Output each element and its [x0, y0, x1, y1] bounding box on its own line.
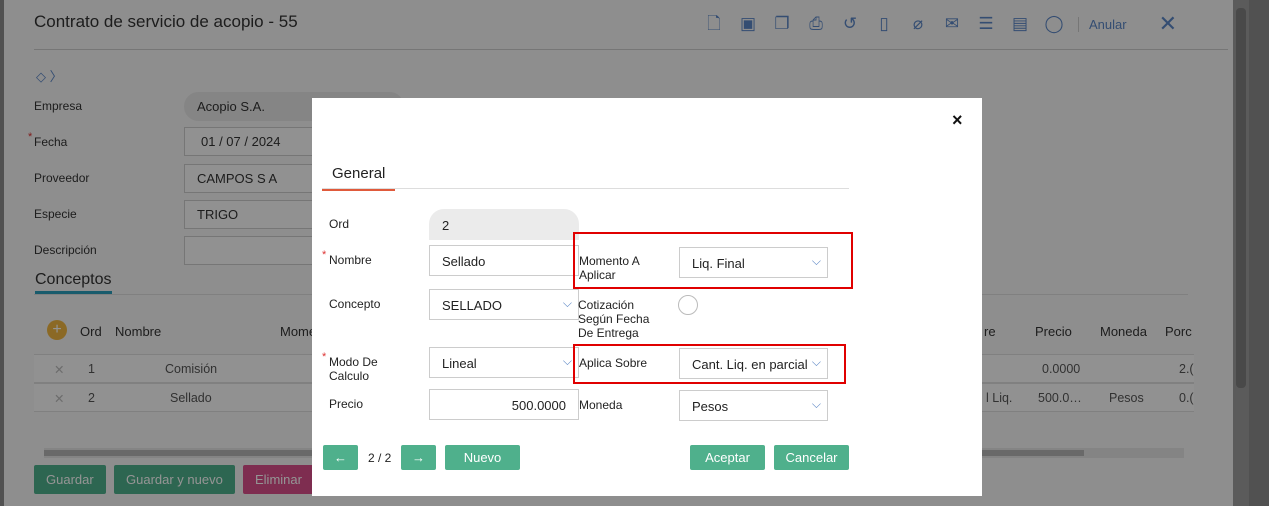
ord-label: Ord — [329, 217, 350, 231]
cotizacion-label: Cotización Según Fecha De Entrega — [578, 298, 650, 340]
modo-calculo-select[interactable]: Lineal — [429, 347, 579, 378]
nombre-field[interactable]: Sellado — [429, 245, 579, 276]
aceptar-button[interactable]: Aceptar — [690, 445, 765, 470]
highlight-box-aplica — [573, 344, 846, 384]
tab-divider — [322, 188, 849, 189]
nuevo-button[interactable]: Nuevo — [445, 445, 520, 470]
next-button[interactable]: → — [401, 445, 436, 470]
prev-button[interactable]: ← — [323, 445, 358, 470]
highlight-box-momento — [573, 232, 853, 289]
cancelar-button[interactable]: Cancelar — [774, 445, 849, 470]
moneda-select[interactable]: Pesos — [679, 390, 828, 421]
moneda-label: Moneda — [579, 398, 623, 412]
close-icon[interactable]: × — [952, 110, 963, 131]
concepto-label: Concepto — [329, 297, 381, 311]
tab-general[interactable]: General — [322, 163, 396, 191]
concept-dialog: × General Ord 2 * Nombre Sellado Concepto… — [312, 98, 982, 496]
cotizacion-radio[interactable] — [678, 295, 698, 315]
nombre-label: * Nombre — [322, 249, 372, 267]
modo-calculo-label: * Modo De Calculo — [322, 351, 378, 383]
concepto-select[interactable]: SELLADO — [429, 289, 579, 320]
pager-text: 2 / 2 — [368, 451, 392, 465]
precio-field[interactable]: 500.0000 — [429, 389, 579, 420]
precio-label: Precio — [329, 397, 364, 411]
ord-field: 2 — [429, 209, 579, 240]
